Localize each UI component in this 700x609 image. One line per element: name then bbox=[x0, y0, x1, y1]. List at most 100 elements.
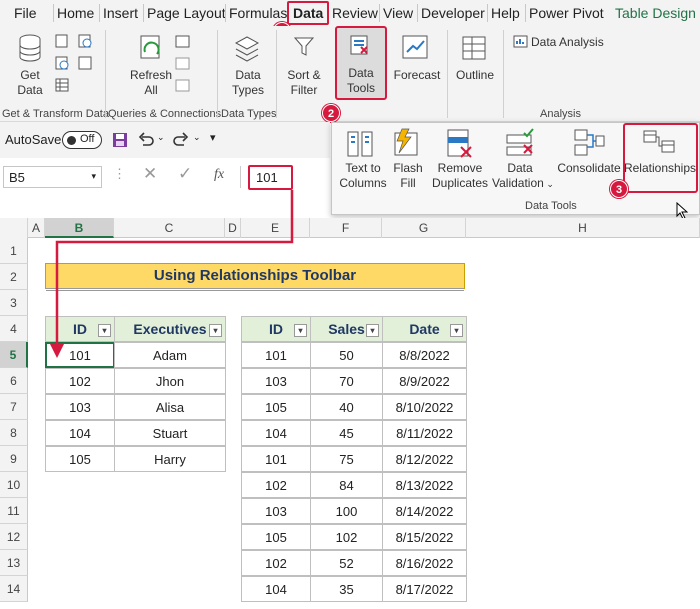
executives-table-cell[interactable]: 103 bbox=[45, 394, 115, 420]
menu-tab-page-layout[interactable]: Page Layout bbox=[147, 5, 226, 21]
sales-table-cell[interactable]: 102 bbox=[241, 550, 311, 576]
redo-dropdown-icon[interactable]: ⌄ bbox=[193, 132, 201, 143]
sales-table-cell[interactable]: 104 bbox=[241, 576, 311, 602]
sales-table-cell[interactable]: 75 bbox=[310, 446, 383, 472]
row-header-1[interactable]: 1 bbox=[0, 238, 28, 264]
filter-dropdown-icon[interactable]: ▾ bbox=[366, 324, 379, 337]
select-all-button[interactable] bbox=[0, 218, 28, 238]
sales-table-cell[interactable]: 103 bbox=[241, 498, 311, 524]
undo-icon[interactable] bbox=[137, 131, 155, 149]
filter-dropdown-icon[interactable]: ▾ bbox=[294, 324, 307, 337]
executives-table-cell[interactable]: Adam bbox=[114, 342, 226, 368]
sales-table-cell[interactable]: 8/17/2022 bbox=[382, 576, 467, 602]
column-header-D[interactable]: D bbox=[225, 218, 241, 238]
executives-table-cell[interactable]: 102 bbox=[45, 368, 115, 394]
queries-connections-icon[interactable] bbox=[175, 34, 191, 50]
executives-table-cell[interactable]: 101 bbox=[45, 342, 115, 368]
row-header-3[interactable]: 3 bbox=[0, 290, 28, 316]
menu-tab-help[interactable]: Help bbox=[491, 5, 520, 21]
menu-tab-formulas[interactable]: Formulas bbox=[229, 5, 287, 21]
enter-icon[interactable]: ✓ bbox=[178, 164, 192, 184]
sales-table-cell[interactable]: 100 bbox=[310, 498, 383, 524]
text-to-columns-button[interactable]: Text to Columns bbox=[336, 161, 390, 191]
sales-table-cell[interactable]: 8/10/2022 bbox=[382, 394, 467, 420]
save-icon[interactable] bbox=[112, 132, 128, 148]
sales-table-cell[interactable]: 8/12/2022 bbox=[382, 446, 467, 472]
executives-table-cell[interactable]: Jhon bbox=[114, 368, 226, 394]
executives-table-cell[interactable]: 104 bbox=[45, 420, 115, 446]
cancel-icon[interactable]: ✕ bbox=[143, 164, 157, 184]
forecast-button[interactable]: Forecast bbox=[392, 68, 442, 83]
sales-table-cell[interactable]: 101 bbox=[241, 446, 311, 472]
row-header-9[interactable]: 9 bbox=[0, 446, 28, 472]
sales-table-cell[interactable]: 8/11/2022 bbox=[382, 420, 467, 446]
row-header-11[interactable]: 11 bbox=[0, 498, 28, 524]
executives-table-cell[interactable]: 105 bbox=[45, 446, 115, 472]
data-validation-button[interactable]: Data Validation ⌄ bbox=[492, 161, 554, 192]
sales-table-cell[interactable]: 101 bbox=[241, 342, 311, 368]
refresh-all-button[interactable]: Refresh All bbox=[126, 68, 176, 98]
edit-links-icon[interactable] bbox=[175, 78, 191, 94]
column-header-C[interactable]: C bbox=[114, 218, 225, 238]
sales-table-cell[interactable]: 103 bbox=[241, 368, 311, 394]
sales-table-cell[interactable]: 8/8/2022 bbox=[382, 342, 467, 368]
filter-dropdown-icon[interactable]: ▾ bbox=[98, 324, 111, 337]
column-header-H[interactable]: H bbox=[466, 218, 700, 238]
column-header-E[interactable]: E bbox=[241, 218, 310, 238]
sales-table-cell[interactable]: 50 bbox=[310, 342, 383, 368]
sales-table-cell[interactable]: 105 bbox=[241, 524, 311, 550]
sales-table-cell[interactable]: 40 bbox=[310, 394, 383, 420]
get-data-button[interactable]: Get Data bbox=[8, 68, 52, 98]
sort-filter-button[interactable]: Sort & Filter bbox=[282, 68, 326, 98]
sales-table-cell[interactable]: 8/14/2022 bbox=[382, 498, 467, 524]
menu-tab-insert[interactable]: Insert bbox=[103, 5, 138, 21]
menu-tab-power-pivot[interactable]: Power Pivot bbox=[529, 5, 604, 21]
properties-icon[interactable] bbox=[175, 56, 191, 72]
row-header-7[interactable]: 7 bbox=[0, 394, 28, 420]
from-table-icon[interactable] bbox=[55, 78, 69, 92]
row-header-10[interactable]: 10 bbox=[0, 472, 28, 498]
executives-table-cell[interactable]: Alisa bbox=[114, 394, 226, 420]
sales-table-cell[interactable]: 45 bbox=[310, 420, 383, 446]
menu-tab-review[interactable]: Review bbox=[332, 5, 378, 21]
data-types-button[interactable]: Data Types bbox=[224, 68, 272, 98]
row-header-8[interactable]: 8 bbox=[0, 420, 28, 446]
from-web-icon[interactable] bbox=[55, 56, 69, 70]
consolidate-button[interactable]: Consolidate bbox=[556, 161, 622, 176]
row-header-12[interactable]: 12 bbox=[0, 524, 28, 550]
from-text-icon[interactable] bbox=[55, 34, 69, 48]
menu-tab-file[interactable]: File bbox=[14, 5, 37, 21]
remove-duplicates-button[interactable]: Remove Duplicates bbox=[430, 161, 490, 191]
existing-connections-icon[interactable] bbox=[78, 56, 92, 70]
sales-table-cell[interactable]: 8/13/2022 bbox=[382, 472, 467, 498]
sales-table-cell[interactable]: 70 bbox=[310, 368, 383, 394]
data-tools-button[interactable]: Data Tools bbox=[335, 26, 387, 100]
sales-table-cell[interactable]: 8/9/2022 bbox=[382, 368, 467, 394]
sales-table-cell[interactable]: 104 bbox=[241, 420, 311, 446]
menu-tab-table-design[interactable]: Table Design bbox=[615, 5, 696, 21]
redo-icon[interactable] bbox=[172, 131, 190, 149]
row-header-2[interactable]: 2 bbox=[0, 264, 28, 290]
sales-table-cell[interactable]: 8/15/2022 bbox=[382, 524, 467, 550]
sales-table-cell[interactable]: 8/16/2022 bbox=[382, 550, 467, 576]
filter-dropdown-icon[interactable]: ▾ bbox=[209, 324, 222, 337]
customize-qat-icon[interactable]: ▾ bbox=[210, 131, 216, 144]
executives-table-cell[interactable]: Harry bbox=[114, 446, 226, 472]
recent-sources-icon[interactable] bbox=[78, 34, 92, 48]
undo-dropdown-icon[interactable]: ⌄ bbox=[157, 132, 165, 143]
column-header-B[interactable]: B bbox=[45, 218, 114, 238]
insert-function-icon[interactable]: fx bbox=[214, 167, 224, 183]
filter-dropdown-icon[interactable]: ▾ bbox=[450, 324, 463, 337]
outline-button[interactable]: Outline bbox=[452, 68, 498, 83]
row-header-6[interactable]: 6 bbox=[0, 368, 28, 394]
row-header-13[interactable]: 13 bbox=[0, 550, 28, 576]
column-header-A[interactable]: A bbox=[28, 218, 45, 238]
column-header-G[interactable]: G bbox=[382, 218, 466, 238]
menu-tab-view[interactable]: View bbox=[383, 5, 413, 21]
column-header-F[interactable]: F bbox=[310, 218, 382, 238]
sales-table-cell[interactable]: 102 bbox=[241, 472, 311, 498]
sales-table-cell[interactable]: 52 bbox=[310, 550, 383, 576]
flash-fill-button[interactable]: Flash Fill bbox=[390, 161, 426, 191]
executives-table-cell[interactable]: Stuart bbox=[114, 420, 226, 446]
menu-tab-developer[interactable]: Developer bbox=[421, 5, 485, 21]
